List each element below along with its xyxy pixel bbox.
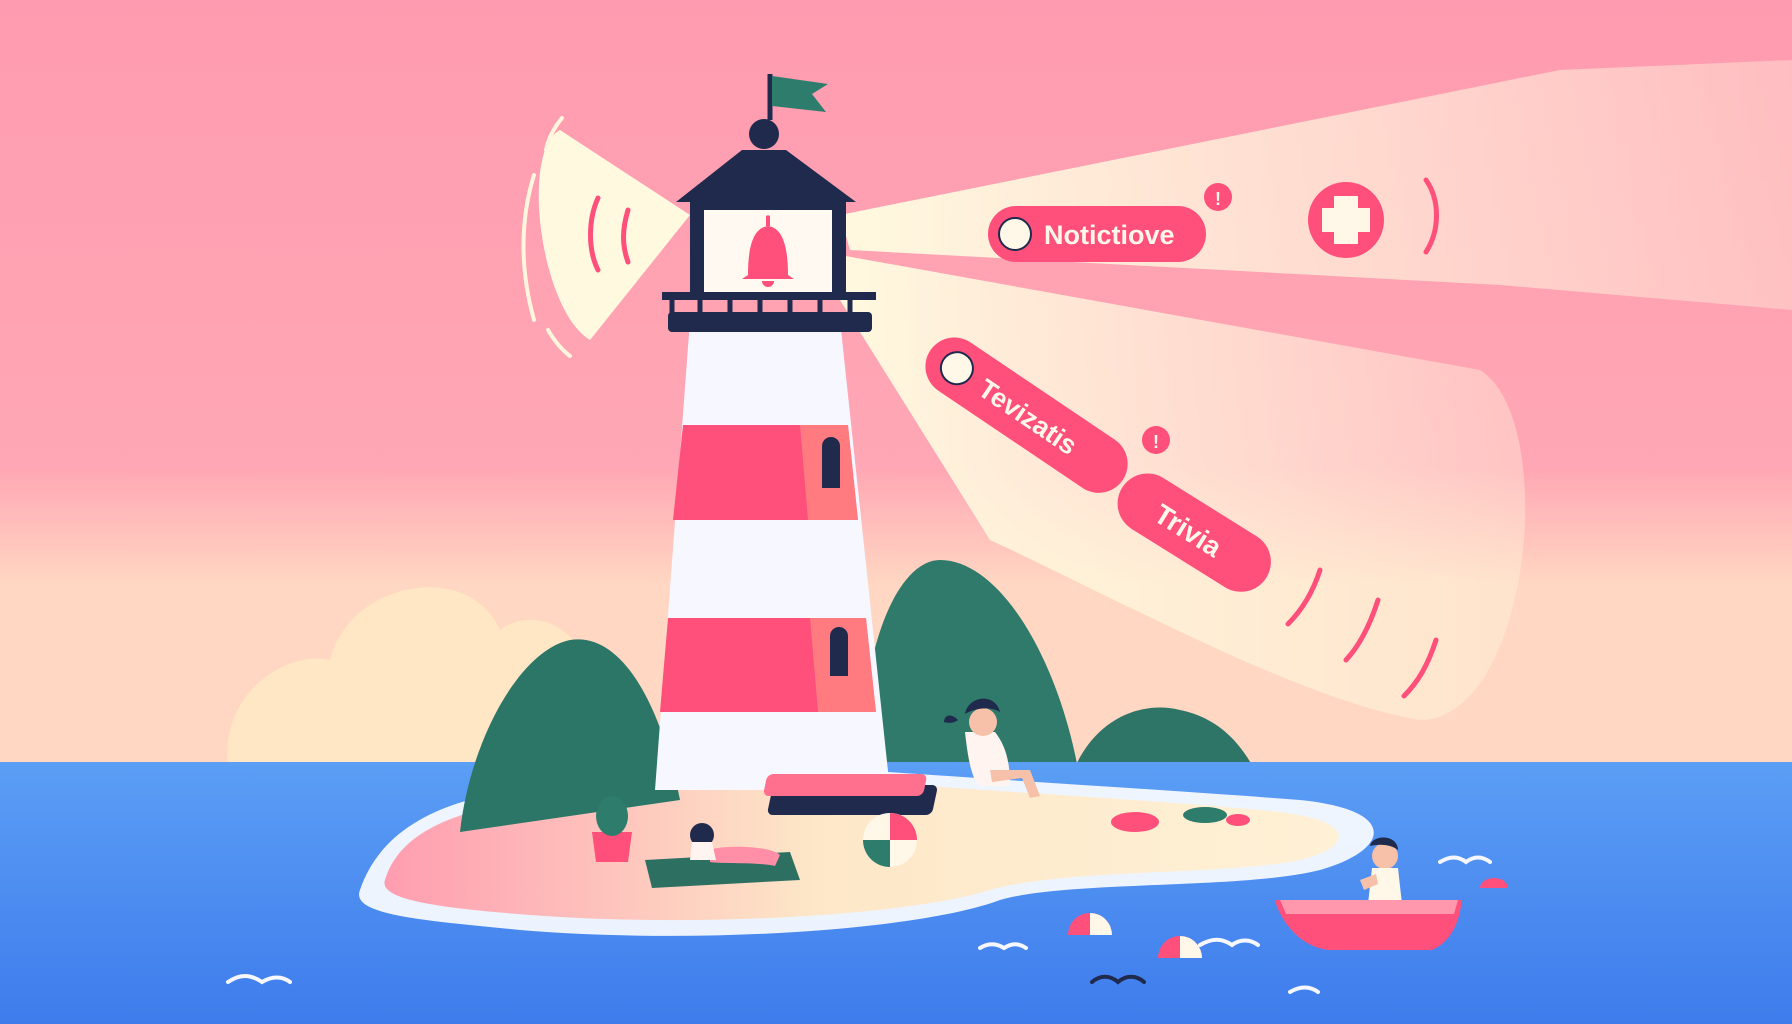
beach-ball [863, 813, 917, 867]
notification-pill-label: Notictiove [1044, 220, 1175, 250]
add-button[interactable] [1308, 182, 1384, 258]
lighthouse-scene: Notictiove ! Tevizatis ! Trivia [0, 0, 1792, 1024]
badge-middle: ! [1142, 426, 1170, 454]
notification-pill[interactable]: Notictiove [988, 206, 1206, 262]
toggle-knob-icon [998, 217, 1032, 251]
exclamation-icon: ! [1215, 189, 1221, 209]
exclamation-icon: ! [1153, 432, 1159, 452]
badge-top: ! [1204, 183, 1232, 211]
